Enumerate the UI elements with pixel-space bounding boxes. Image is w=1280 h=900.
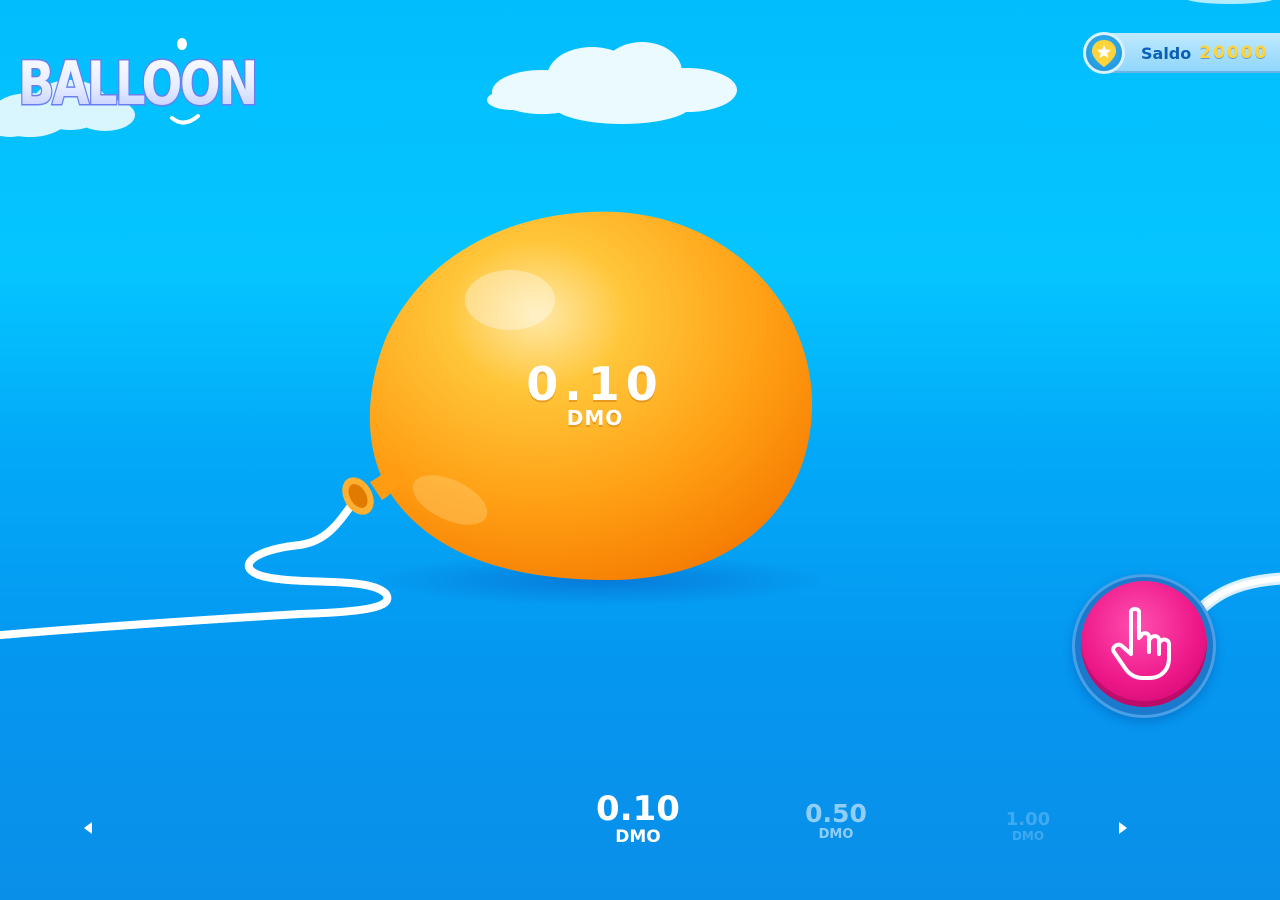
bet-option-currency: DMO [615, 827, 661, 847]
arrow-left-icon [84, 822, 92, 834]
bet-option-currency: DMO [818, 827, 854, 842]
bet-option-amount: 1.00 [1005, 809, 1051, 830]
bet-option[interactable]: 1.00 DMO [988, 809, 1068, 843]
arrow-right-icon [1119, 822, 1127, 834]
game-stage: BALLOON Saldo 20000 0.10 DMO 0.10 DMO 0.… [0, 0, 1280, 900]
bet-prev-button[interactable] [77, 818, 99, 838]
bet-option[interactable]: 0.50 DMO [786, 799, 886, 842]
bet-option-selected[interactable]: 0.10 DMO [578, 790, 698, 846]
bet-option-amount: 0.50 [805, 799, 867, 828]
pump-button[interactable] [1072, 574, 1216, 718]
balloon-scene [0, 211, 1280, 640]
hand-pointer-icon [1111, 607, 1171, 680]
balloon-amount: 0.10 [526, 357, 664, 411]
balloon-currency: DMO [566, 406, 624, 430]
bet-option-amount: 0.10 [596, 789, 680, 829]
pump-button-face[interactable] [1081, 581, 1207, 707]
bet-next-button[interactable] [1112, 818, 1134, 838]
bet-option-currency: DMO [1011, 829, 1045, 843]
